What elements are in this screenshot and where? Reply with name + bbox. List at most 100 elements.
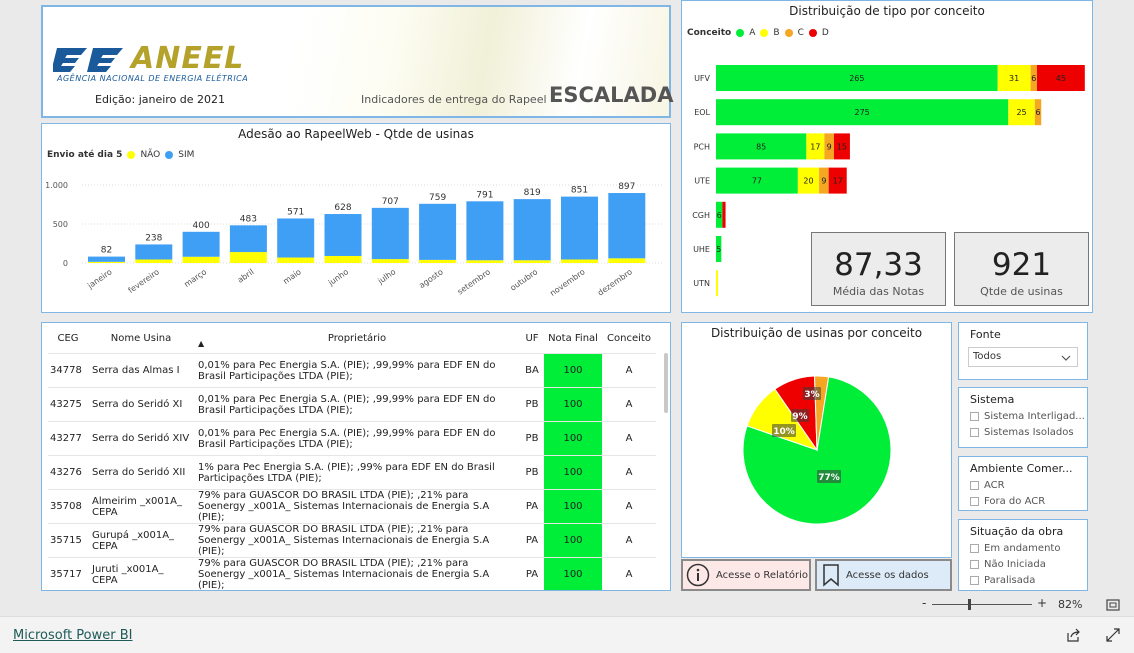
bar-nao-setembro[interactable] — [466, 260, 504, 263]
bar-nao-julho[interactable] — [371, 259, 409, 263]
cell-nome-usina: Serra das Almas I — [88, 353, 194, 388]
y-tick-label: 500 — [53, 220, 68, 229]
zoom-slider[interactable] — [932, 604, 1032, 605]
cell-conceito: A — [602, 353, 656, 388]
bar-nao-maio[interactable] — [277, 257, 315, 263]
table-row[interactable]: 35717 Juruti _x001A_ CEPA 79% para GUASCOR… — [48, 557, 656, 590]
ambiente-title: Ambiente Comer... — [970, 462, 1073, 475]
zoom-slider-thumb[interactable] — [968, 599, 971, 610]
col-nota-final[interactable]: Nota Final — [544, 323, 602, 354]
checkbox[interactable] — [970, 543, 979, 553]
bar-nao-janeiro[interactable] — [88, 261, 125, 263]
col-ceg[interactable]: CEG — [48, 323, 88, 354]
bar-sim-outubro[interactable] — [513, 199, 551, 261]
bar-nao-outubro[interactable] — [513, 260, 551, 263]
bar-total-label: 897 — [618, 182, 635, 192]
bar-nao-fevereiro[interactable] — [135, 259, 173, 263]
table-row[interactable]: 43275 Serra do Seridó XI 0,01% para Pec En… — [48, 387, 656, 422]
checkbox[interactable] — [970, 427, 979, 437]
table-row[interactable]: 35715 Gurupá _x001A_ CEPA 79% para GUASCOR… — [48, 523, 656, 558]
fullscreen-icon[interactable] — [1106, 628, 1120, 642]
ambiente-option-acr[interactable]: ACR — [970, 477, 1087, 493]
zoom-level: 82% — [1058, 598, 1083, 611]
adesao-bar-chart[interactable]: 0 500 1.000 82 janeiro 238 fevereiro 400 março 48… — [42, 162, 670, 312]
legend-c[interactable]: C — [798, 28, 804, 38]
bar-UTN-B[interactable] — [716, 270, 718, 297]
legend-a[interactable]: A — [749, 28, 755, 38]
situacao-option-andamento[interactable]: Em andamento — [970, 540, 1087, 556]
checkbox[interactable] — [970, 411, 979, 421]
legend-b[interactable]: B — [773, 28, 779, 38]
fonte-dropdown[interactable]: Todos — [968, 347, 1078, 367]
share-icon[interactable] — [1066, 628, 1082, 642]
cell-nome-usina: Serra do Seridó XIV — [88, 421, 194, 456]
bar-nao-agosto[interactable] — [419, 259, 457, 263]
bar-sim-janeiro[interactable] — [88, 256, 125, 262]
bar-sim-março[interactable] — [182, 231, 220, 257]
situacao-option-paralisada[interactable]: Paralisada — [970, 572, 1087, 588]
pie-chart[interactable]: 77% 10% 9% 3% — [682, 347, 951, 557]
table-scrollbar[interactable] — [664, 353, 668, 413]
legend-sim[interactable]: SIM — [178, 150, 194, 160]
table-row[interactable]: 34778 Serra das Almas I 0,01% para Pec Ene… — [48, 353, 656, 388]
bar-value-label: 17 — [810, 142, 820, 151]
bar-sim-dezembro[interactable] — [608, 193, 646, 259]
checkbox[interactable] — [970, 496, 979, 506]
bar-sim-julho[interactable] — [371, 207, 409, 260]
ambiente-option-fora-acr[interactable]: Fora do ACR — [970, 493, 1087, 509]
tipo-legend-title: Conceito — [687, 28, 732, 38]
bar-sim-maio[interactable] — [277, 218, 315, 258]
bar-nao-novembro[interactable] — [561, 259, 598, 263]
legend-nao[interactable]: NÃO — [140, 150, 160, 160]
sistema-option-isolados[interactable]: Sistemas Isolados — [970, 424, 1087, 440]
cell-uf: PA — [520, 523, 544, 558]
cell-ceg: 35717 — [48, 557, 88, 590]
legend-d[interactable]: D — [822, 28, 829, 38]
situacao-option-nao-iniciada[interactable]: Não Iniciada — [970, 556, 1087, 572]
kpi-qtde-card: 921 Qtde de usinas — [954, 232, 1089, 306]
bar-sim-setembro[interactable] — [466, 201, 504, 261]
sort-asc-icon[interactable]: ▲ — [198, 339, 204, 348]
x-tick-label: dezembro — [596, 267, 634, 297]
bar-total-label: 82 — [101, 246, 112, 256]
zoom-out-button[interactable]: - — [922, 596, 926, 610]
powerbi-link[interactable]: Microsoft Power BI — [13, 628, 132, 643]
option-label: Sistemas Isolados — [984, 426, 1074, 438]
acesse-relatorio-button[interactable]: Acesse o Relatório — [681, 559, 811, 591]
bar-total-label: 791 — [476, 190, 493, 200]
table-row[interactable]: 35708 Almeirim _x001A_ CEPA 79% para GUASC… — [48, 489, 656, 524]
bar-sim-junho[interactable] — [324, 214, 362, 256]
cell-ceg: 35708 — [48, 489, 88, 524]
aneel-logo-icon — [53, 48, 123, 72]
bar-nao-abril[interactable] — [229, 252, 267, 263]
bar-nao-junho[interactable] — [324, 255, 362, 263]
indicadores-label: Indicadores de entrega do Rapeel — [361, 93, 547, 106]
bar-CGH-D[interactable] — [722, 201, 726, 228]
table-row[interactable]: 43277 Serra do Seridó XIV 0,01% para Pec E… — [48, 421, 656, 456]
checkbox[interactable] — [970, 480, 979, 490]
table-row[interactable]: 43276 Serra do Seridó XII 1% para Pec Ener… — [48, 455, 656, 490]
bar-value-label: 9 — [827, 142, 832, 151]
col-proprietario[interactable]: ▲ Proprietário — [194, 323, 520, 354]
bookmark-icon — [823, 564, 839, 587]
bar-sim-abril[interactable] — [229, 225, 267, 253]
zoom-in-button[interactable]: + — [1037, 596, 1047, 610]
checkbox[interactable] — [970, 575, 979, 585]
cell-proprietario: 1% para Pec Energia S.A. (PIE); ,99% par… — [194, 455, 520, 490]
bar-sim-fevereiro[interactable] — [135, 244, 173, 260]
checkbox[interactable] — [970, 559, 979, 569]
bar-sim-agosto[interactable] — [419, 203, 457, 260]
fit-to-page-icon[interactable] — [1106, 599, 1120, 611]
sistema-option-interligado[interactable]: Sistema Interligad... — [970, 408, 1087, 424]
bar-nao-março[interactable] — [182, 256, 220, 263]
col-nome-usina[interactable]: Nome Usina — [88, 323, 194, 354]
fonte-selected: Todos — [973, 351, 1002, 362]
col-conceito[interactable]: Conceito — [602, 323, 656, 354]
bar-nao-dezembro[interactable] — [608, 258, 646, 263]
bar-sim-novembro[interactable] — [561, 196, 598, 260]
cell-proprietario: 0,01% para Pec Energia S.A. (PIE); ,99,9… — [194, 353, 520, 388]
x-tick-label: novembro — [548, 267, 586, 298]
col-uf[interactable]: UF — [520, 323, 544, 354]
acesse-dados-button[interactable]: Acesse os dados — [815, 559, 952, 591]
pie-label-B: 10% — [773, 427, 795, 437]
